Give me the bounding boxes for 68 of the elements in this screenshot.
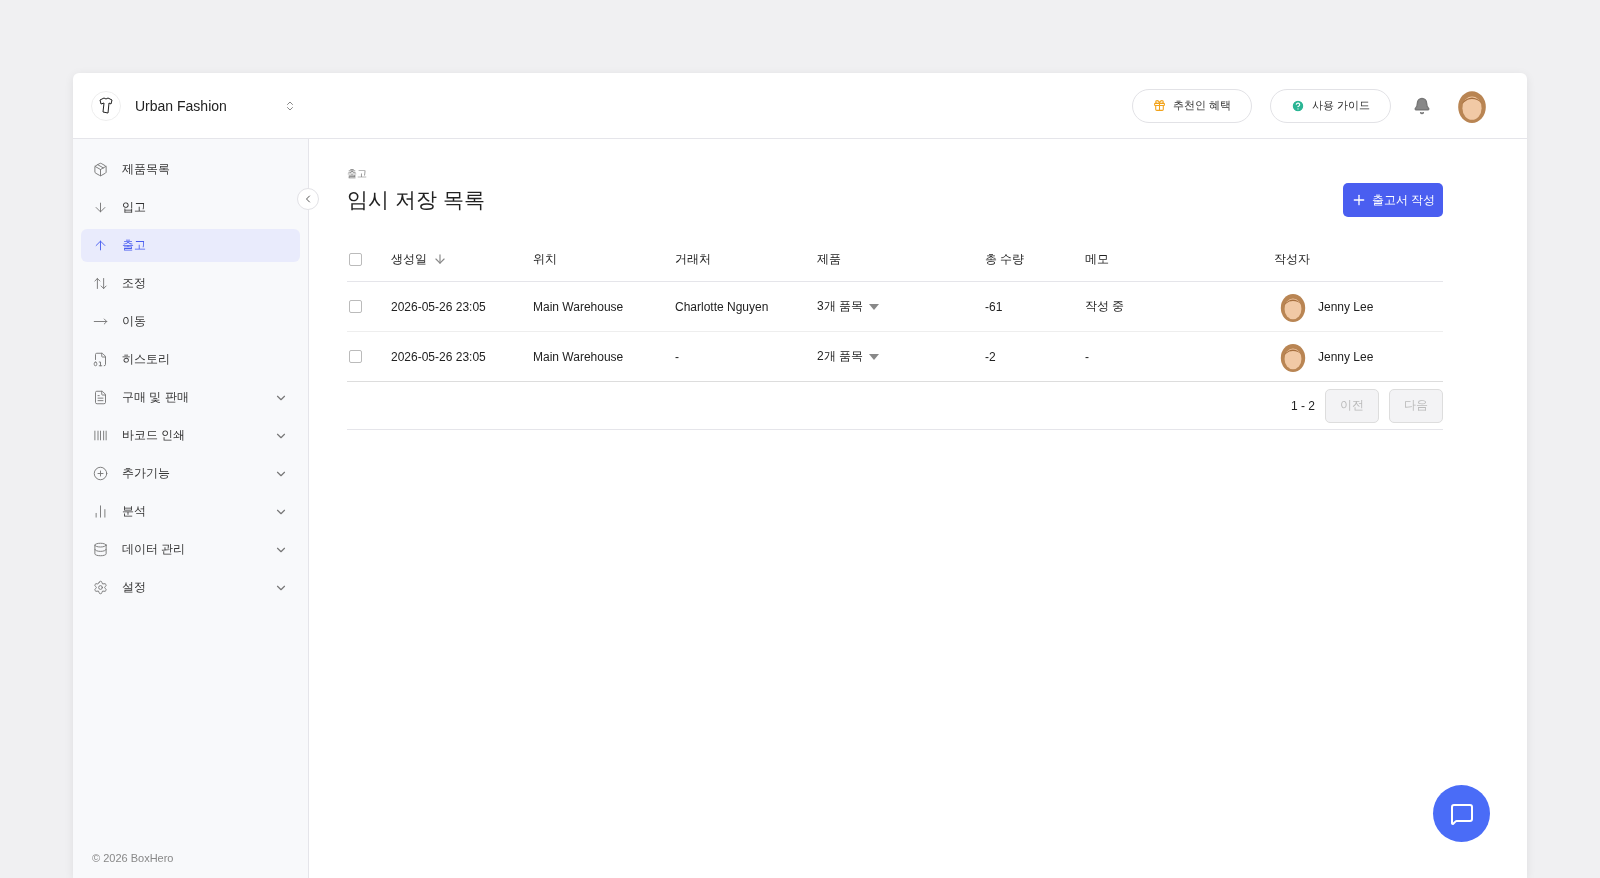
sidebar-item[interactable]: 구매 및 판매 xyxy=(81,381,300,414)
sidebar-item[interactable]: 히스토리 xyxy=(81,343,300,376)
sidebar-item[interactable]: 이동 xyxy=(81,305,300,338)
guide-button[interactable]: 사용 가이드 xyxy=(1269,88,1391,123)
column-header: 제품 xyxy=(817,250,842,268)
help-icon xyxy=(1290,98,1305,113)
table-cell-text: 작성 중 xyxy=(1085,298,1126,315)
chat-icon xyxy=(1449,801,1474,826)
table-cell-text: 2026-05-26 23:05 xyxy=(391,299,487,314)
dropdown-caret-icon[interactable] xyxy=(869,353,879,360)
table-cell-text: 2026-05-26 23:05 xyxy=(391,349,487,364)
download-arrow-icon xyxy=(93,200,108,215)
author-name: Jenny Lee xyxy=(1318,299,1374,314)
chat-button[interactable] xyxy=(1433,785,1490,842)
table-cell-text: -2 xyxy=(985,349,997,364)
collapse-button[interactable] xyxy=(297,188,319,210)
switcher-icon[interactable] xyxy=(284,99,296,112)
checkbox[interactable] xyxy=(349,350,362,363)
page-title: 임시 저장 목록 xyxy=(347,187,485,213)
sidebar-item[interactable]: 추가기능 xyxy=(81,457,300,490)
gift-icon xyxy=(1152,99,1166,112)
dropdown-caret-icon[interactable] xyxy=(869,303,879,310)
table-cell-text: Main Warehouse xyxy=(533,349,625,364)
settings-icon xyxy=(93,580,108,595)
column-header: 위치 xyxy=(533,250,558,268)
avatar xyxy=(1278,291,1308,322)
bar-chart-icon xyxy=(93,504,108,519)
logo-icon xyxy=(91,90,121,121)
table-cell: 3개 품목 xyxy=(817,298,863,315)
notification-icon[interactable] xyxy=(1413,96,1431,115)
database-icon xyxy=(93,542,108,557)
checkbox[interactable] xyxy=(349,300,362,313)
column-header: 생성일 xyxy=(391,250,533,268)
column-header: 거래처 xyxy=(675,250,712,268)
column-header: 총 수량 xyxy=(985,250,1026,268)
workspace-name: Urban Fashion xyxy=(135,97,228,114)
table-cell-text: -61 xyxy=(985,299,1004,314)
box-icon xyxy=(93,162,108,177)
page-range: 1 - 2 xyxy=(1291,398,1315,413)
barcode-icon xyxy=(93,428,108,443)
table-cell-text: - xyxy=(675,349,680,364)
sidebar-item[interactable]: 바코드 인쇄 xyxy=(81,419,300,452)
history-icon xyxy=(93,352,108,367)
document-icon xyxy=(93,390,108,405)
avatar xyxy=(1278,341,1308,372)
sidebar-item[interactable]: 분석 xyxy=(81,495,300,528)
table-cell: 2개 품목 xyxy=(817,348,863,365)
sidebar-item[interactable]: 입고 xyxy=(81,191,300,224)
plus-circle-icon xyxy=(93,466,108,481)
sidebar-item[interactable]: 데이터 관리 xyxy=(81,533,300,566)
column-header: 작성자 xyxy=(1274,250,1311,268)
sidebar-item[interactable]: 출고 xyxy=(81,229,300,262)
sidebar-item[interactable]: 제품목록 xyxy=(81,153,300,186)
breadcrumb: 출고 xyxy=(347,167,368,181)
table-cell-text: - xyxy=(1085,349,1090,364)
checkbox[interactable] xyxy=(349,252,362,266)
referral-button[interactable]: 추천인 혜택 xyxy=(1131,88,1252,123)
sidebar-item[interactable]: 설정 xyxy=(81,571,300,604)
sort-arrow-icon[interactable] xyxy=(433,252,447,266)
column-header: 메모 xyxy=(1085,250,1110,268)
sidebar-item[interactable]: 조정 xyxy=(81,267,300,300)
copyright: © 2026 BoxHero xyxy=(91,852,175,864)
up-down-arrows-icon xyxy=(93,276,108,291)
table-cell-text: Main Warehouse xyxy=(533,299,625,314)
author-name: Jenny Lee xyxy=(1318,349,1374,364)
create-button[interactable]: 출고서 작성 xyxy=(1342,183,1443,217)
avatar xyxy=(1455,88,1489,123)
table-cell-text: Charlotte Nguyen xyxy=(675,299,770,314)
